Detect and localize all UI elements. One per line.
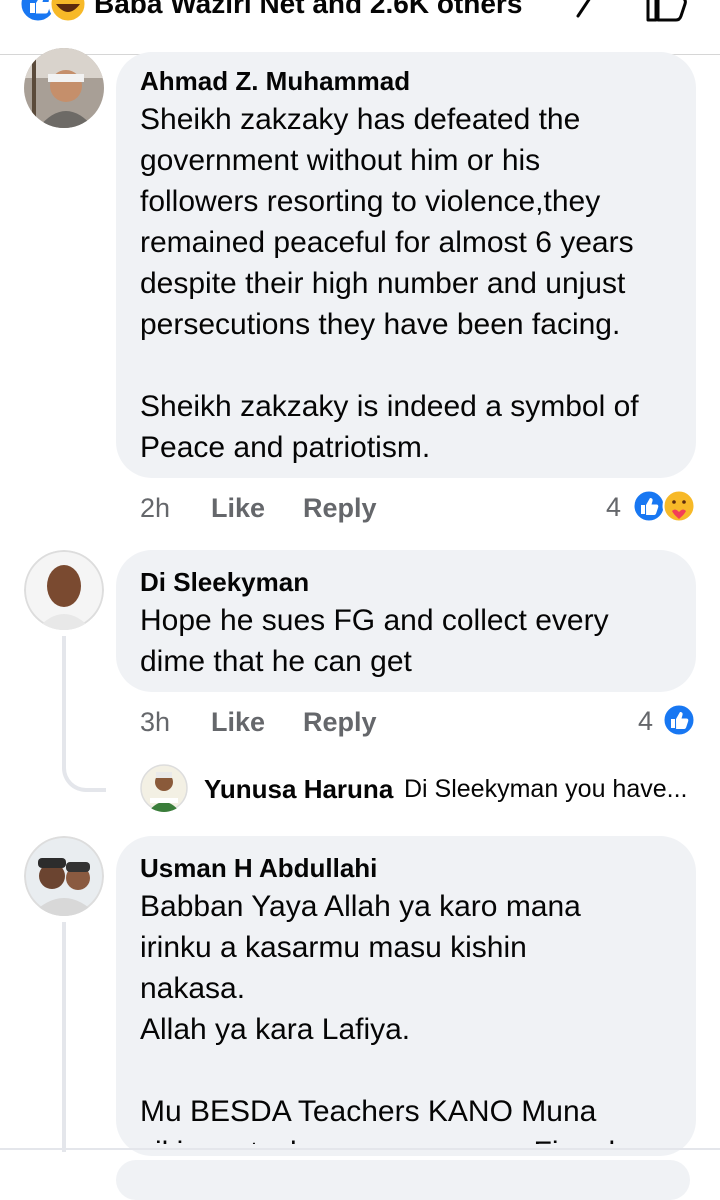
avatar[interactable] — [24, 550, 104, 630]
comment-bubble[interactable] — [116, 1160, 690, 1200]
reply-button[interactable]: Reply — [303, 493, 377, 524]
reply-preview-text[interactable]: Di Sleekyman you have... — [404, 775, 687, 804]
avatar[interactable] — [24, 836, 104, 916]
like-button[interactable]: Like — [211, 707, 265, 738]
care-icon — [662, 489, 696, 523]
comment-author[interactable]: Ahmad Z. Muhammad — [140, 66, 410, 97]
thread-connector — [62, 740, 106, 792]
like-outline-icon[interactable] — [644, 0, 690, 24]
reaction-count[interactable]: 4 — [606, 492, 621, 523]
divider — [0, 1148, 720, 1150]
haha-icon — [48, 0, 88, 24]
reactions-summary-text[interactable]: Baba Waziri Net and 2.6K others — [94, 0, 522, 20]
like-button[interactable]: Like — [211, 493, 265, 524]
reaction-icons — [18, 0, 88, 24]
reply-avatar[interactable] — [140, 764, 188, 812]
reply-author[interactable]: Yunusa Haruna — [204, 774, 393, 805]
like-icon — [632, 489, 666, 523]
comment-author[interactable]: Di Sleekyman — [140, 567, 309, 598]
comment-time[interactable]: 2h — [140, 493, 170, 524]
thread-line — [62, 922, 66, 1152]
comment-text: Hope he sues FG and collect every dime t… — [140, 604, 609, 678]
comment-text: Sheikh zakzaky has defeated the governme… — [140, 103, 639, 464]
reply-button[interactable]: Reply — [303, 707, 377, 738]
chevron-right-icon[interactable] — [570, 0, 600, 20]
reaction-count[interactable]: 4 — [638, 706, 653, 737]
like-icon — [662, 703, 696, 737]
comment-author[interactable]: Usman H Abdullahi — [140, 853, 377, 884]
comment-time[interactable]: 3h — [140, 707, 170, 738]
avatar[interactable] — [24, 48, 104, 128]
comment-text: Babban Yaya Allah ya karo mana irinku a … — [140, 890, 632, 1144]
reactions-summary-bar[interactable]: Baba Waziri Net and 2.6K others — [0, 0, 720, 55]
